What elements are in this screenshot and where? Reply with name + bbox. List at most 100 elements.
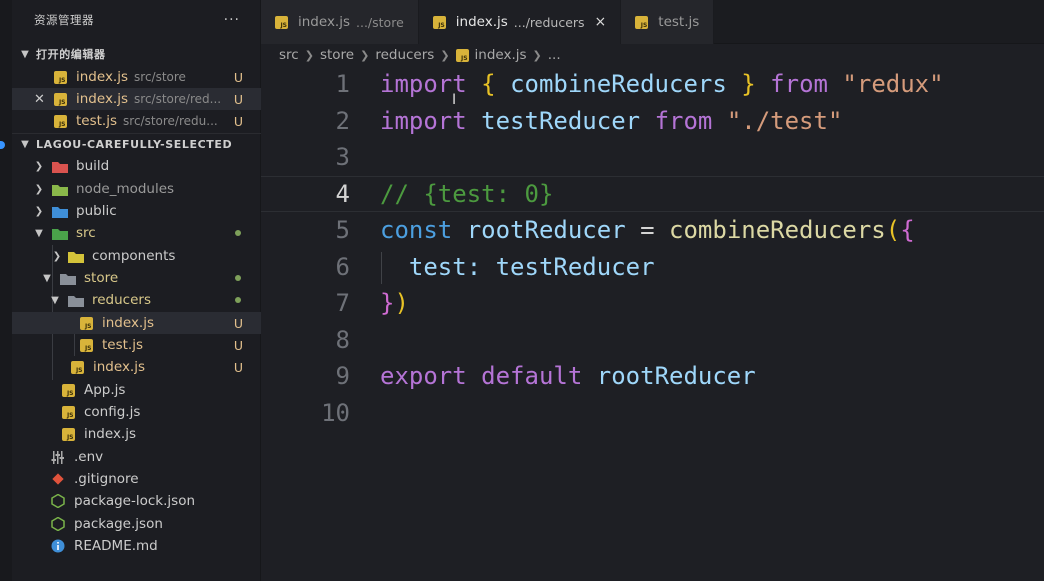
tree-file-env[interactable]: .env [12,446,261,468]
folder-name: build [76,158,110,175]
tree-file-package-lock[interactable]: package-lock.json [12,490,261,512]
chevron-right-icon: ❯ [360,48,370,62]
section-label: LAGOU-CAREFULLY-SELECTED [36,138,233,152]
file-name: README.md [74,538,158,555]
chevron-down-icon: ▼ [51,294,59,306]
code-line[interactable]: 2 import testReducer from "./test" [261,103,1044,140]
file-path: src/store/red... [134,92,222,107]
code-text: test: testReducer [408,252,655,281]
tree-folder-build[interactable]: ❯ build [12,155,261,177]
folder-name: store [84,270,119,287]
file-name: test.js [102,337,144,354]
tab-path: .../store [356,14,404,30]
code-line[interactable]: 8 [261,322,1044,359]
file-name: index.js [76,91,129,108]
chevron-right-icon: ❯ [52,250,62,262]
code-line[interactable]: 6 test: testReducer [261,249,1044,286]
tree-file-package[interactable]: package.json [12,513,261,535]
tree-folder-components[interactable]: ❯ components [12,245,261,267]
file-name: package-lock.json [74,493,196,510]
git-status-badge: U [233,337,243,353]
line-number: 10 [321,398,350,427]
code-text: export default rootReducer [380,362,756,391]
breadcrumb-item[interactable]: store [320,47,354,63]
open-editor-item[interactable]: JS index.js src/store U [12,66,261,88]
line-number: 9 [335,362,350,391]
breadcrumb-item[interactable]: reducers [375,47,434,63]
tree-file-src-index[interactable]: JS index.js [12,423,261,445]
settings-sliders-icon [50,450,66,464]
code-line[interactable]: 5 const rootReducer = combineReducers({ [261,212,1044,249]
file-path: src/store [134,70,186,85]
code-line[interactable]: 3 [261,139,1044,176]
chevron-right-icon: ❯ [532,48,542,62]
breadcrumb-item[interactable]: index.js [475,47,527,63]
tree-file-app[interactable]: JS App.js [12,379,261,401]
tree-folder-reducers[interactable]: ▼ reducers [12,289,261,311]
line-number: 4 [335,179,350,208]
git-status-badge: U [233,359,243,375]
chevron-down-icon: ▼ [35,227,43,239]
section-project[interactable]: ▼ LAGOU-CAREFULLY-SELECTED [12,133,261,155]
tree-file-gitignore[interactable]: .gitignore [12,468,261,490]
folder-open-icon [52,226,68,240]
breadcrumb-item[interactable]: src [279,47,299,63]
breadcrumb-item[interactable]: ... [548,47,561,63]
tab-store-index[interactable]: JS index.js .../store [261,0,419,44]
open-editor-item[interactable]: JS test.js src/store/redu... U [12,110,261,132]
folder-open-icon [60,271,76,285]
folder-name: src [76,225,96,242]
file-name: .env [74,449,104,466]
chevron-down-icon: ▼ [43,272,51,284]
section-label: 打开的编辑器 [36,48,106,62]
tree-folder-public[interactable]: ❯ public [12,200,261,222]
chevron-right-icon: ❯ [304,48,314,62]
file-name: package.json [74,516,163,533]
close-icon[interactable]: × [595,14,607,30]
code-line[interactable]: 7 }) [261,285,1044,322]
code-line-current[interactable]: 4 // {test: 0} [261,175,1044,212]
code-comment: // {test: 0} [380,179,554,208]
section-open-editors[interactable]: ▼ 打开的编辑器 [12,43,261,65]
git-status-badge: U [233,315,243,331]
js-icon: JS [78,316,94,330]
chevron-down-icon: ▼ [21,139,29,151]
tab-label: test.js [658,14,700,30]
close-icon[interactable]: ✕ [34,92,45,107]
indent-guide [381,252,382,284]
tree-folder-node-modules[interactable]: ❯ node_modules [12,178,261,200]
line-number: 6 [335,252,350,281]
nodejs-icon [50,517,66,532]
file-name: test.js [76,113,118,130]
tree-file-store-index[interactable]: JS index.js U [12,356,261,378]
line-number: 2 [335,106,350,135]
more-actions-icon[interactable]: ··· [224,12,240,28]
tree-file-readme[interactable]: README.md [12,535,261,557]
tree-file-config[interactable]: JS config.js [12,401,261,423]
code-line[interactable]: 9 export default rootReducer [261,358,1044,395]
js-icon: JS [60,383,76,397]
tab-label: index.js [298,14,351,30]
tree-folder-store[interactable]: ▼ store [12,267,261,289]
tree-file-reducers-index[interactable]: JS index.js U [12,312,261,335]
code-line[interactable]: 1 import { combineReducers } from "redux… [261,66,1044,103]
code-line[interactable]: 10 [261,395,1044,432]
file-name: config.js [84,404,141,421]
tab-reducers-index[interactable]: JS index.js .../reducers × [418,0,622,44]
line-number: 1 [335,70,350,99]
explorer-header: 资源管理器 ··· [12,0,260,40]
tab-test[interactable]: JS test.js [621,0,715,44]
file-name: .gitignore [74,471,139,488]
folder-icon [52,159,68,173]
js-icon: JS [52,92,68,106]
file-path: src/store/redu... [123,114,218,129]
open-editor-item-active[interactable]: ✕ JS index.js src/store/red... U [12,88,261,111]
tab-bar: JS index.js .../store JS index.js .../re… [261,0,1044,44]
chevron-down-icon: ▼ [21,48,29,60]
activity-bar [0,0,12,581]
folder-icon [52,182,68,196]
tree-file-reducers-test[interactable]: JS test.js U [12,334,261,356]
tree-folder-src[interactable]: ▼ src [12,222,261,244]
folder-name: public [76,203,117,220]
folder-name: components [92,248,176,265]
